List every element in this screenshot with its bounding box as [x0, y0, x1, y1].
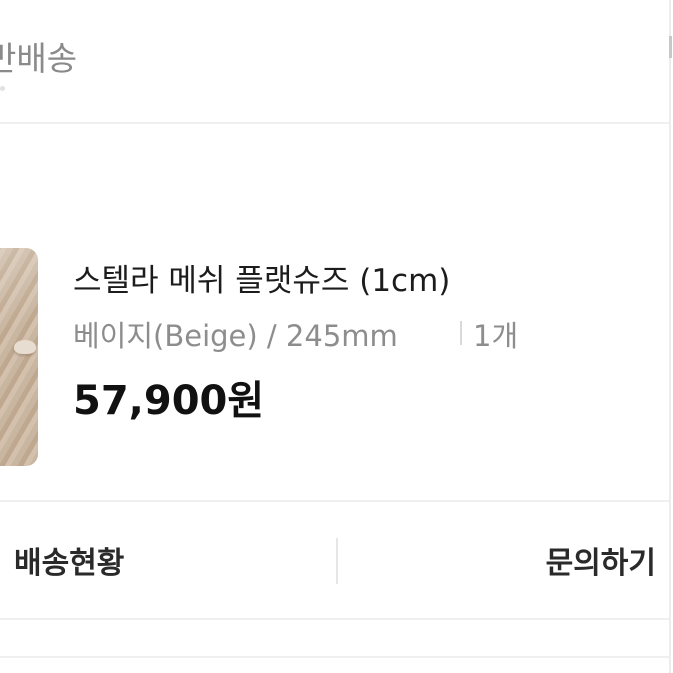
order-item-card: 반배송 스텔라 메쉬 플랫슈즈 (1cm) 베이지(Beige) / 245mm… [0, 0, 672, 673]
product-price: 57,900원 [73, 378, 265, 424]
delivery-status-label: 배송현황 [14, 546, 125, 581]
action-separator [336, 538, 338, 584]
shipping-type-label: 반배송 [0, 39, 78, 78]
product-quantity: 1개 [473, 319, 519, 353]
delivery-status-button[interactable]: 배송현황 [14, 502, 314, 618]
header-edge-mark [669, 36, 672, 58]
order-card-header: 반배송 [0, 0, 672, 124]
order-action-row: 배송현황 문의하기 [0, 502, 671, 618]
inquiry-button[interactable]: 문의하기 [360, 502, 656, 618]
product-option-row: 베이지(Beige) / 245mm 1개 [73, 313, 518, 353]
header-dot [0, 86, 5, 91]
divider [0, 618, 671, 620]
product-option: 베이지(Beige) / 245mm [73, 319, 398, 353]
inquiry-label: 문의하기 [545, 546, 656, 581]
option-separator [460, 321, 462, 345]
product-name[interactable]: 스텔라 메쉬 플랫슈즈 (1cm) [73, 255, 450, 300]
divider [0, 656, 671, 658]
shoe-image-detail [14, 340, 36, 354]
product-thumbnail[interactable] [0, 248, 38, 466]
